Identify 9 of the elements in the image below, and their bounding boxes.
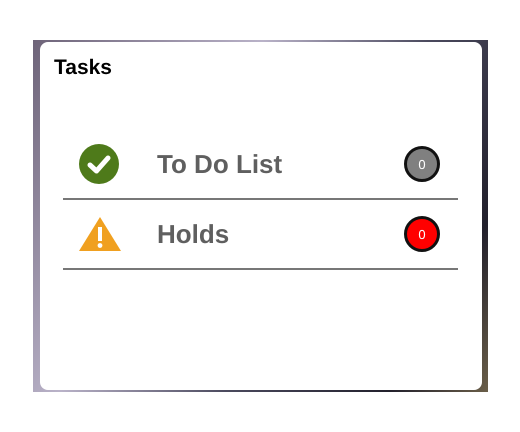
task-label: To Do List (157, 148, 284, 180)
count-badge: 0 (404, 146, 440, 182)
task-row[interactable]: To Do List 0 (63, 130, 458, 200)
check-circle-icon (79, 144, 119, 184)
count-badge: 0 (404, 216, 440, 252)
task-label: Holds (157, 218, 230, 250)
card-title: Tasks (54, 56, 113, 80)
task-row[interactable]: Holds 0 (63, 200, 458, 270)
warning-icon (79, 217, 121, 251)
